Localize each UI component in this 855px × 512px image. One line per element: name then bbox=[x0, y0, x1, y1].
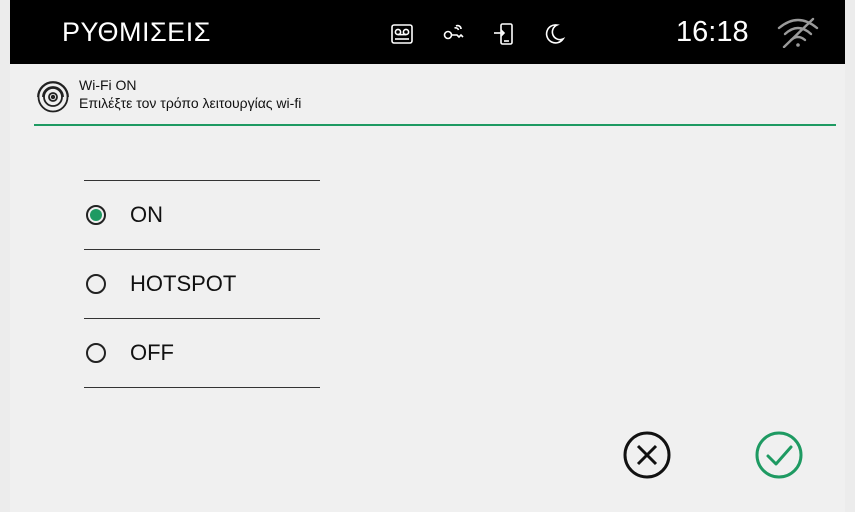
option-divider bbox=[84, 387, 320, 388]
moon-icon bbox=[545, 24, 566, 44]
confirm-check-icon bbox=[766, 445, 793, 466]
radio-hotspot[interactable] bbox=[86, 274, 106, 294]
wifi-header: Wi-Fi ON Επιλέξτε τον τρόπο λειτουργίας … bbox=[10, 64, 845, 128]
voicemail-icon bbox=[391, 24, 413, 44]
header-divider bbox=[34, 124, 836, 126]
wifi-off-icon bbox=[777, 17, 819, 48]
clock: 16:18 bbox=[676, 16, 749, 48]
top-bar: ΡΥΘΜΙΣΕΙΣ 16:18 bbox=[10, 0, 845, 64]
radio-off[interactable] bbox=[86, 343, 106, 363]
page-title: ΡΥΘΜΙΣΕΙΣ bbox=[62, 17, 211, 47]
settings-screen: ΡΥΘΜΙΣΕΙΣ 16:18 Wi-Fi ON Επιλέξτε τον τρ… bbox=[10, 0, 845, 512]
radio-on[interactable] bbox=[86, 205, 106, 225]
option-off-label: OFF bbox=[130, 340, 174, 365]
wifi-signal-icon bbox=[37, 81, 69, 113]
header-title: Wi-Fi ON bbox=[79, 77, 137, 93]
wifi-mode-options: ON HOTSPOT OFF bbox=[84, 180, 320, 388]
door-entry-icon bbox=[494, 23, 513, 45]
option-on-label: ON bbox=[130, 202, 163, 227]
option-hotspot-label: HOTSPOT bbox=[130, 271, 237, 296]
option-hotspot[interactable]: HOTSPOT bbox=[84, 250, 320, 318]
option-on[interactable]: ON bbox=[84, 181, 320, 249]
header-subtitle: Επιλέξτε τον τρόπο λειτουργίας wi-fi bbox=[79, 95, 302, 111]
confirm-button[interactable] bbox=[754, 430, 804, 480]
key-icon bbox=[443, 24, 464, 40]
cancel-button[interactable] bbox=[622, 430, 672, 480]
option-off[interactable]: OFF bbox=[84, 319, 320, 387]
